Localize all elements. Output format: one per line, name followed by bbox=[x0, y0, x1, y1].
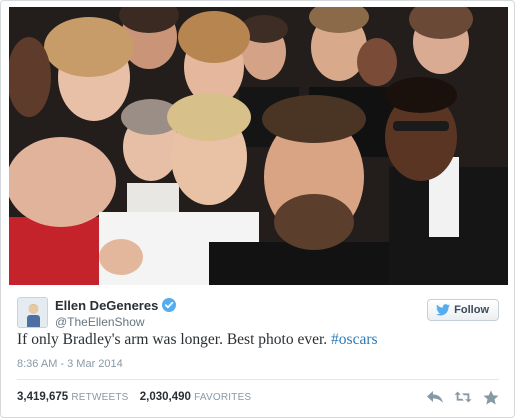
author-handle[interactable]: @TheEllenShow bbox=[55, 315, 145, 329]
favorites-count[interactable]: 2,030,490 bbox=[140, 391, 191, 403]
tweet-card: Ellen DeGeneres @TheEllenShow Follow If … bbox=[0, 0, 515, 418]
tweet-stats: 3,419,675 RETWEETS 2,030,490 FAVORITES bbox=[17, 391, 259, 403]
retweets-label: RETWEETS bbox=[71, 392, 129, 403]
hashtag-link[interactable]: #oscars bbox=[331, 331, 378, 348]
tweet-text-main: If only Bradley's arm was longer. Best p… bbox=[17, 331, 332, 348]
tweet-photo[interactable] bbox=[9, 7, 508, 285]
retweet-icon[interactable] bbox=[454, 389, 472, 405]
favorites-label: FAVORITES bbox=[194, 392, 252, 403]
tweet-actions bbox=[426, 389, 500, 405]
author-name[interactable]: Ellen DeGeneres bbox=[55, 298, 177, 313]
retweets-count[interactable]: 3,419,675 bbox=[17, 391, 68, 403]
author-name-text[interactable]: Ellen DeGeneres bbox=[55, 298, 158, 313]
follow-label: Follow bbox=[454, 304, 489, 316]
avatar[interactable] bbox=[17, 297, 48, 328]
reply-icon[interactable] bbox=[426, 389, 444, 405]
verified-icon bbox=[162, 298, 177, 312]
favorite-star-icon[interactable] bbox=[482, 389, 500, 405]
follow-button[interactable]: Follow bbox=[427, 299, 499, 321]
tweet-header: Ellen DeGeneres @TheEllenShow Follow bbox=[17, 297, 501, 333]
twitter-bird-icon bbox=[436, 304, 451, 316]
divider bbox=[17, 379, 499, 380]
tweet-timestamp[interactable]: 8:36 AM - 3 Mar 2014 bbox=[17, 358, 123, 370]
tweet-text: If only Bradley's arm was longer. Best p… bbox=[17, 331, 378, 349]
